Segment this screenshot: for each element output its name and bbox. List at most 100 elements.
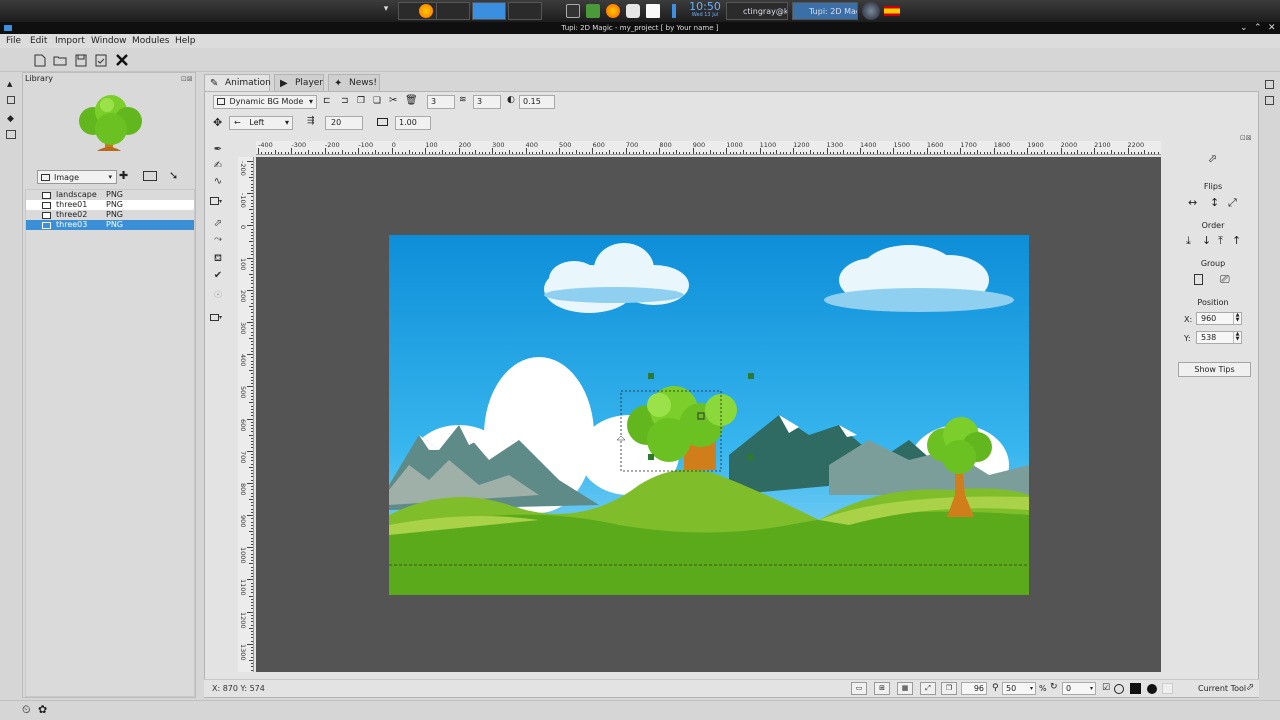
flip-vertical-icon[interactable]: ↕ bbox=[1210, 196, 1219, 209]
menu-help[interactable]: Help bbox=[175, 35, 196, 47]
spinner-arrows-icon[interactable]: ▲ ▼ bbox=[1233, 332, 1241, 343]
tab-player[interactable]: ▶ Player bbox=[274, 74, 324, 91]
onion-tool-icon[interactable]: ☉ bbox=[211, 288, 225, 302]
list-item[interactable]: three02 PNG bbox=[26, 210, 194, 220]
maximize-icon[interactable]: ⌃ bbox=[1254, 22, 1262, 34]
taskbar-block-2[interactable] bbox=[436, 2, 470, 20]
menu-import[interactable]: Import bbox=[55, 35, 85, 47]
flip-diagonal-icon[interactable]: ⤢ bbox=[1228, 196, 1237, 210]
rotation-select[interactable]: 0 ▾ bbox=[1062, 682, 1096, 695]
dock-tool-icon-4[interactable] bbox=[1265, 80, 1274, 89]
paw-icon[interactable]: ✿ bbox=[38, 703, 47, 716]
insert-arrow-icon[interactable]: ➘ bbox=[169, 169, 178, 182]
list-item[interactable]: landscape PNG bbox=[26, 190, 194, 200]
rectangle-tool-icon[interactable]: ▾ bbox=[209, 194, 223, 208]
ungroup-icon[interactable]: ⎚ bbox=[1220, 272, 1230, 287]
empty-swatch-icon[interactable] bbox=[1162, 683, 1173, 694]
grid-icon[interactable]: ⊞ bbox=[874, 682, 890, 695]
zoom-factor-spinner[interactable]: 1.00 bbox=[395, 116, 431, 130]
stage-landscape[interactable] bbox=[389, 235, 1029, 595]
fill-tool-icon[interactable]: ⛾ bbox=[211, 252, 225, 266]
dock-tool-icon-2[interactable]: ◆ bbox=[7, 114, 14, 124]
new-file-icon[interactable] bbox=[32, 52, 48, 68]
node-tool-icon[interactable]: ⤳ bbox=[211, 232, 225, 246]
close-project-icon[interactable] bbox=[114, 52, 130, 68]
eyedropper-tool-icon[interactable]: ✔ bbox=[211, 268, 225, 282]
open-folder-icon[interactable] bbox=[52, 52, 68, 68]
send-backward-icon[interactable]: ↓ bbox=[1202, 234, 1211, 247]
minimize-icon[interactable]: ⌄ bbox=[1240, 22, 1248, 34]
panel-float-icon[interactable]: ⊡⊠ bbox=[181, 75, 193, 83]
language-flag-icon[interactable] bbox=[884, 6, 900, 16]
fullscreen-icon[interactable]: ⤢ bbox=[920, 682, 936, 695]
library-type-select[interactable]: Image ▾ bbox=[37, 170, 117, 184]
bring-forward-icon[interactable]: ⤒ bbox=[1218, 234, 1223, 248]
flip-horizontal-icon[interactable]: ↔ bbox=[1188, 196, 1197, 209]
firefox-taskbar-icon[interactable] bbox=[606, 4, 620, 18]
send-to-back-icon[interactable]: ⤓ bbox=[1186, 234, 1191, 248]
color-square-icon[interactable] bbox=[1130, 683, 1141, 694]
brush-tool-icon[interactable]: ✍ bbox=[211, 158, 225, 172]
timer-icon[interactable]: ⏲ bbox=[22, 703, 31, 717]
color-circle-icon[interactable] bbox=[1147, 684, 1157, 694]
dock-tool-icon-3[interactable] bbox=[6, 130, 16, 139]
taskbar-block-3[interactable] bbox=[472, 2, 506, 20]
document-icon[interactable] bbox=[646, 4, 660, 18]
path-tool-icon[interactable]: ∿ bbox=[211, 174, 225, 188]
pages-icon[interactable]: ❐ bbox=[941, 682, 957, 695]
save-as-icon[interactable] bbox=[93, 52, 109, 68]
close-icon[interactable]: ✕ bbox=[1268, 22, 1276, 34]
menu-modules[interactable]: Modules bbox=[132, 35, 169, 47]
taskbar-task-tupi[interactable]: Tupi: 2D Magi... bbox=[792, 2, 858, 20]
list-item-selected[interactable]: three03 PNG bbox=[26, 220, 194, 230]
app-icon[interactable] bbox=[626, 4, 640, 18]
onion-spinner[interactable]: 3 bbox=[473, 95, 501, 109]
trash-icon[interactable]: 🗑 bbox=[405, 95, 418, 106]
monitor-icon[interactable] bbox=[586, 4, 600, 18]
copy-icon[interactable]: ❐ bbox=[357, 96, 365, 106]
pencil-tool-icon[interactable]: ✒ bbox=[211, 142, 225, 156]
dock-tool-icon-5[interactable] bbox=[1265, 96, 1274, 105]
dock-arrow-icon[interactable]: ▲ bbox=[7, 80, 12, 88]
spinner-arrows-icon[interactable]: ▲ ▼ bbox=[1233, 313, 1241, 324]
user-avatar-icon[interactable] bbox=[862, 2, 880, 20]
cut-icon[interactable]: ✂ bbox=[389, 95, 397, 106]
image-tool-icon[interactable]: ▾ bbox=[209, 310, 223, 324]
menu-arrow-icon[interactable]: ▾ bbox=[378, 4, 394, 18]
tab-animation[interactable]: ✎ Animation bbox=[204, 74, 271, 91]
grid-fine-icon[interactable]: ▦ bbox=[897, 682, 913, 695]
volume-icon[interactable] bbox=[672, 4, 676, 18]
zoom-select[interactable]: 50 ▾ bbox=[1002, 682, 1036, 695]
speed-spinner[interactable]: 20 bbox=[325, 116, 363, 130]
group-icon[interactable] bbox=[1194, 274, 1203, 285]
new-folder-icon[interactable] bbox=[143, 171, 157, 181]
add-item-icon[interactable]: ✚ bbox=[119, 170, 131, 182]
direction-select[interactable]: ← Left ▾ bbox=[229, 116, 293, 130]
circle-outline-icon[interactable] bbox=[1114, 684, 1124, 694]
list-item[interactable]: three01 PNG bbox=[26, 200, 194, 210]
terminal-icon[interactable] bbox=[566, 4, 580, 18]
antialias-icon[interactable]: ☑ bbox=[1102, 683, 1110, 693]
safe-area-icon[interactable]: ▭ bbox=[851, 682, 867, 695]
bring-to-front-icon[interactable]: ↑ bbox=[1232, 234, 1241, 247]
dock-tool-icon-1[interactable] bbox=[7, 96, 15, 104]
layers-spinner[interactable]: 3 bbox=[427, 95, 455, 109]
select-tool-icon[interactable]: ⬀ bbox=[211, 216, 225, 230]
panel-float-icon[interactable]: ⊡⊠ bbox=[1240, 134, 1252, 142]
move-icon[interactable]: ✥ bbox=[213, 116, 222, 129]
paste-icon[interactable]: ❏ bbox=[373, 96, 381, 106]
taskbar-block-1[interactable] bbox=[398, 2, 440, 20]
opacity-spinner[interactable]: 0.15 bbox=[519, 95, 555, 109]
show-tips-button[interactable]: Show Tips bbox=[1178, 362, 1251, 377]
menu-edit[interactable]: Edit bbox=[30, 35, 47, 47]
taskbar-block-4[interactable] bbox=[508, 2, 542, 20]
menu-window[interactable]: Window bbox=[91, 35, 127, 47]
save-icon[interactable] bbox=[73, 52, 89, 68]
position-y-input[interactable]: 538 ▲ ▼ bbox=[1196, 331, 1242, 344]
fill-bg-icon[interactable]: ⊏ bbox=[323, 96, 331, 106]
position-x-input[interactable]: 960 ▲ ▼ bbox=[1196, 312, 1242, 325]
zoom-input[interactable]: 96 bbox=[961, 682, 987, 695]
tab-news[interactable]: ✦ News! bbox=[328, 74, 380, 91]
bg-mode-select[interactable]: Dynamic BG Mode ▾ bbox=[213, 95, 317, 109]
taskbar-task-terminal[interactable]: ctingray@ka... bbox=[726, 2, 788, 20]
